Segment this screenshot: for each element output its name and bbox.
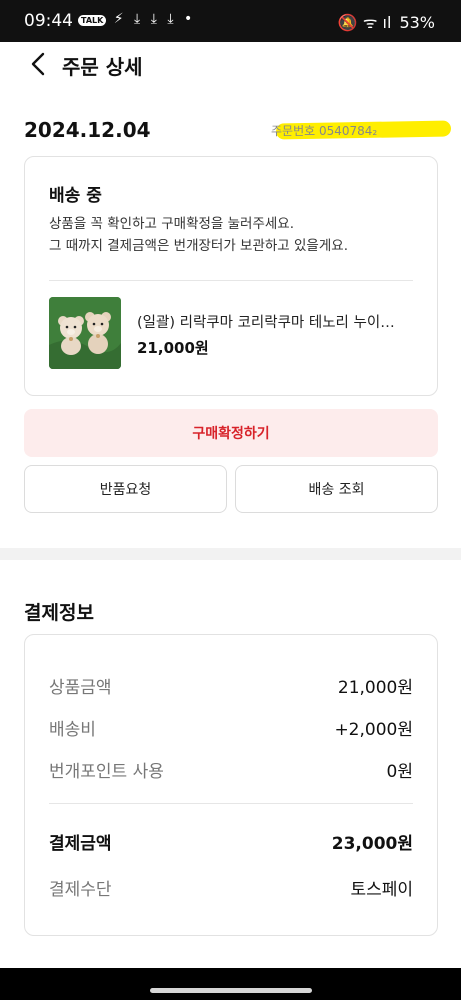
return-request-button[interactable]: 반품요청 (24, 465, 227, 513)
chevron-left-icon[interactable] (26, 50, 50, 78)
tracking-button[interactable]: 배송 조회 (235, 465, 438, 513)
confirm-purchase-button[interactable]: 구매확정하기 (24, 409, 438, 457)
total-label: 결제금액 (49, 834, 112, 854)
divider (49, 803, 413, 804)
status-icons-left: ⚡ ⤓ ⤓ ⤓ • (113, 11, 196, 27)
status-icons-right: 🔕 ᯤ ıl 53% (338, 11, 435, 33)
product-thumbnail (49, 297, 121, 369)
divider (49, 280, 413, 281)
payment-method-label: 결제수단 (49, 880, 112, 900)
payment-row-label: 상품금액 (49, 678, 112, 698)
delivery-status-description: 상품을 꼭 확인하고 구매확정을 눌러주세요. 그 때까지 결제금액은 번개장터… (49, 213, 348, 257)
payment-total-row: 결제금액 23,000원 (49, 829, 413, 857)
payment-row: 상품금액 21,000원 (49, 673, 413, 701)
payment-method-row: 결제수단 토스페이 (49, 875, 413, 903)
order-number: 주문번호 0540784₂ (271, 124, 378, 138)
payment-row-label: 번개포인트 사용 (49, 762, 164, 782)
talk-icon: TALK (78, 15, 107, 26)
status-bar: 09:44 TALK ⚡ ⤓ ⤓ ⤓ • 🔕 ᯤ ıl 53% (0, 0, 461, 42)
product-name: (일괄) 리락쿠마 코리락쿠마 테노리 누이… (137, 315, 395, 331)
total-value: 23,000원 (331, 834, 413, 854)
product-price: 21,000원 (137, 339, 209, 357)
payment-row-value: +2,000원 (334, 720, 413, 740)
system-icons: 🔕 ᯤ ıl (337, 13, 392, 32)
payment-row-value: 21,000원 (337, 678, 413, 698)
status-desc-line-1: 상품을 꼭 확인하고 구매확정을 눌러주세요. (49, 216, 295, 232)
payment-row: 번개포인트 사용 0원 (49, 757, 413, 785)
order-date: 2024.12.04 (24, 118, 151, 142)
payment-method-value: 토스페이 (350, 880, 413, 900)
payment-section-title: 결제정보 (24, 602, 94, 624)
payment-row-label: 배송비 (49, 720, 96, 740)
home-gesture-handle[interactable] (150, 988, 312, 993)
clock: 09:44 (24, 11, 73, 31)
header: 주문 상세 (0, 42, 461, 86)
bear-plush-image (49, 297, 121, 369)
delivery-status-card: 배송 중 상품을 꼭 확인하고 구매확정을 눌러주세요. 그 때까지 결제금액은… (24, 156, 438, 396)
notification-icons: TALK ⚡ ⤓ ⤓ ⤓ • (78, 11, 195, 27)
status-desc-line-2: 그 때까지 결제금액은 번개장터가 보관하고 있을게요. (49, 238, 348, 254)
battery-level: 53% (399, 12, 435, 32)
section-divider (0, 548, 461, 560)
delivery-status-title: 배송 중 (49, 186, 102, 206)
payment-row: 배송비 +2,000원 (49, 715, 413, 743)
product-item[interactable]: (일괄) 리락쿠마 코리락쿠마 테노리 누이… 21,000원 (49, 297, 415, 371)
page-title: 주문 상세 (62, 55, 143, 79)
payment-card: 상품금액 21,000원 배송비 +2,000원 번개포인트 사용 0원 결제금… (24, 634, 438, 936)
payment-row-value: 0원 (386, 762, 413, 782)
system-nav-bar (0, 968, 461, 1000)
